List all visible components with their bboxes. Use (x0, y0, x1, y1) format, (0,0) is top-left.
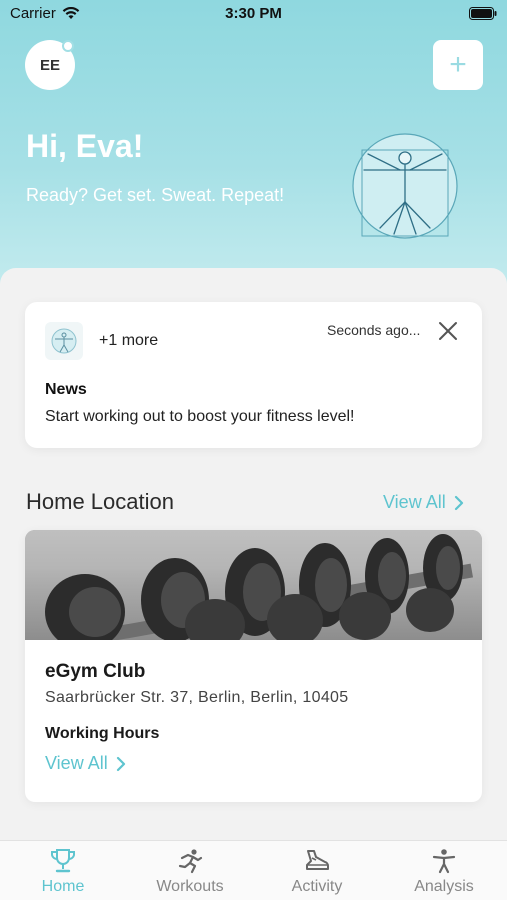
gym-name: eGym Club (45, 661, 146, 682)
news-card[interactable]: +1 more Seconds ago... News Start workin… (25, 302, 482, 448)
home-location-title: Home Location (26, 489, 174, 514)
tab-home[interactable]: Home (0, 841, 126, 900)
vitruvian-thumbnail-icon (51, 328, 77, 354)
trophy-icon (51, 849, 75, 873)
news-timestamp: Seconds ago... (327, 322, 421, 338)
battery-icon (469, 7, 497, 20)
close-icon[interactable] (436, 319, 460, 343)
tab-bar: Home Workouts Activity Analysis (0, 840, 507, 900)
greeting-tagline: Ready? Get set. Sweat. Repeat! (26, 185, 285, 205)
news-body: Start working out to boost your fitness … (45, 408, 355, 425)
gym-address: Saarbrücker Str. 37, Berlin, Berlin, 104… (45, 689, 349, 706)
tab-activity[interactable]: Activity (254, 841, 380, 900)
view-all-link[interactable]: View All (383, 492, 464, 513)
shoe-icon (306, 850, 329, 870)
tab-analysis[interactable]: Analysis (381, 841, 507, 900)
gym-dumbbells-image (25, 530, 482, 640)
add-button[interactable]: + (433, 40, 483, 90)
hours-view-all-link[interactable]: View All (45, 753, 126, 774)
person-icon (432, 849, 456, 874)
status-bar: Carrier 3:30 PM (0, 0, 507, 28)
news-title: News (45, 381, 87, 398)
tab-workouts[interactable]: Workouts (127, 841, 253, 900)
vitruvian-man-icon (352, 133, 458, 239)
news-more-count: +1 more (99, 332, 159, 349)
gym-card[interactable]: eGym Club Saarbrücker Str. 37, Berlin, B… (25, 530, 482, 802)
runner-icon (178, 849, 203, 874)
tab-label-workouts: Workouts (156, 878, 224, 895)
tab-label-activity: Activity (291, 878, 343, 895)
view-all-label: View All (383, 492, 446, 512)
greeting-title: Hi, Eva! (26, 128, 144, 164)
avatar-initials: EE (39, 56, 60, 74)
plus-icon: + (449, 48, 467, 81)
status-time: 3:30 PM (225, 5, 282, 22)
tab-label-analysis: Analysis (414, 878, 474, 895)
chevron-right-icon (116, 756, 125, 771)
news-thumbnail (45, 322, 83, 360)
chevron-right-icon (454, 495, 463, 510)
working-hours-label: Working Hours (45, 725, 160, 742)
tab-label-home: Home (41, 878, 85, 895)
hours-view-all-label: View All (45, 753, 108, 773)
notification-dot (62, 40, 74, 52)
